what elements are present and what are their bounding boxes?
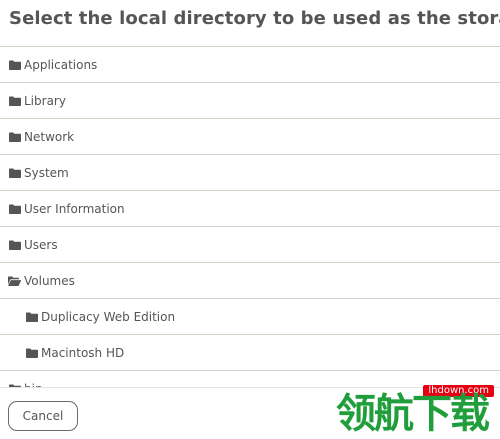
folder-icon bbox=[25, 311, 38, 323]
folder-icon bbox=[25, 347, 38, 359]
watermark-logo: lhdown.com 领航下载 bbox=[306, 385, 496, 437]
directory-row-library[interactable]: Library bbox=[0, 83, 500, 119]
directory-row-macintosh-hd[interactable]: Macintosh HD bbox=[0, 335, 500, 371]
directory-picker-dialog: Select the local directory to be used as… bbox=[0, 0, 500, 439]
folder-open-icon bbox=[8, 275, 21, 287]
directory-row-volumes[interactable]: Volumes bbox=[0, 263, 500, 299]
folder-icon bbox=[8, 59, 21, 71]
directory-label: Macintosh HD bbox=[41, 345, 125, 360]
directory-label: Volumes bbox=[24, 273, 75, 288]
directory-row-users[interactable]: Users bbox=[0, 227, 500, 263]
directory-list[interactable]: Applications Library Network System User… bbox=[0, 46, 500, 388]
directory-label: User Information bbox=[24, 201, 125, 216]
directory-row-user-information[interactable]: User Information bbox=[0, 191, 500, 227]
dialog-title: Select the local directory to be used as… bbox=[9, 8, 500, 29]
directory-label: Network bbox=[24, 129, 75, 144]
directory-label: Users bbox=[24, 237, 58, 252]
directory-label: Applications bbox=[24, 57, 98, 72]
folder-icon bbox=[8, 239, 21, 251]
folder-icon bbox=[8, 131, 21, 143]
folder-icon bbox=[8, 95, 21, 107]
directory-row-applications[interactable]: Applications bbox=[0, 47, 500, 83]
directory-label: Library bbox=[24, 93, 66, 108]
directory-row-network[interactable]: Network bbox=[0, 119, 500, 155]
directory-label: System bbox=[24, 165, 69, 180]
directory-row-duplicacy-web-edition[interactable]: Duplicacy Web Edition bbox=[0, 299, 500, 335]
watermark-text: 领航下载 bbox=[336, 391, 490, 437]
cancel-button[interactable]: Cancel bbox=[8, 401, 78, 431]
directory-row-system[interactable]: System bbox=[0, 155, 500, 191]
directory-label: Duplicacy Web Edition bbox=[41, 309, 176, 324]
folder-icon bbox=[8, 203, 21, 215]
folder-icon bbox=[8, 167, 21, 179]
